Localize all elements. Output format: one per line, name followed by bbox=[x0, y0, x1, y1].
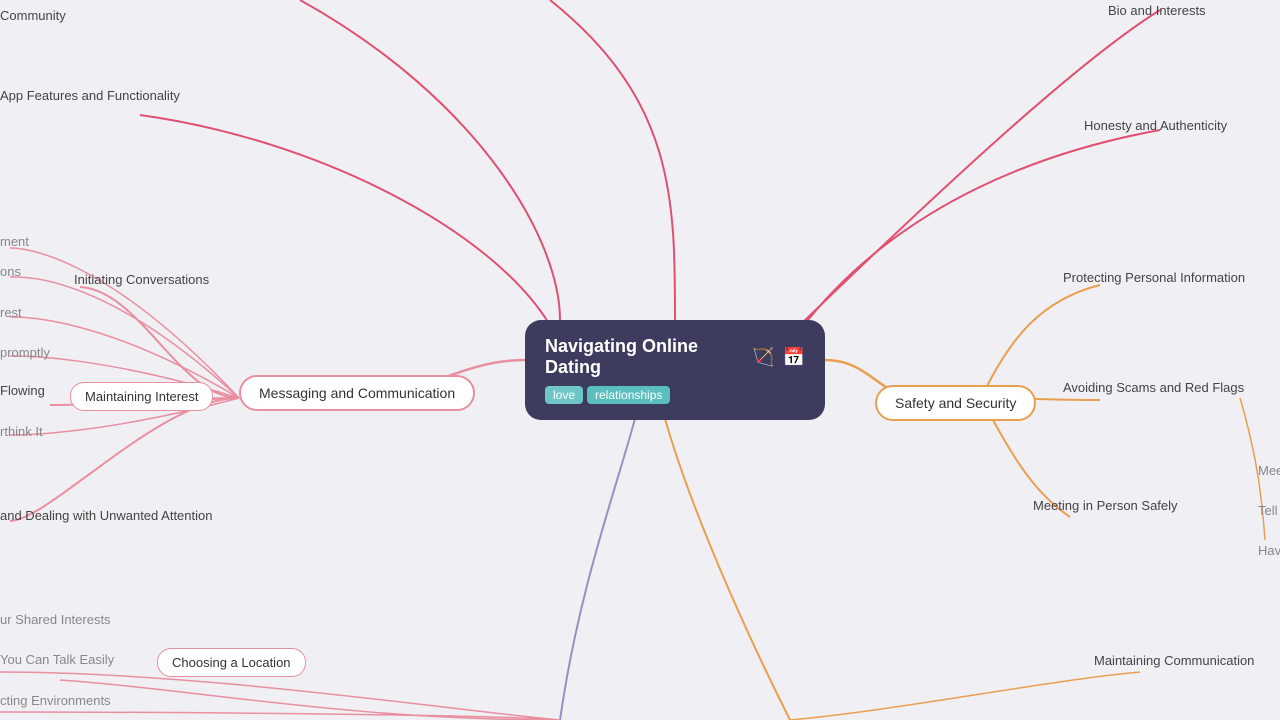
mee-label: Mee bbox=[1258, 463, 1280, 478]
community-label: Community bbox=[0, 8, 66, 23]
unwanted-attention-node[interactable]: and Dealing with Unwanted Attention bbox=[0, 508, 212, 523]
center-title-text: Navigating Online Dating bbox=[545, 336, 744, 378]
app-features-label: App Features and Functionality bbox=[0, 88, 180, 103]
honesty-label: Honesty and Authenticity bbox=[1084, 118, 1227, 133]
maintaining-comm-label: Maintaining Communication bbox=[1094, 653, 1254, 668]
meeting-safely-label: Meeting in Person Safely bbox=[1033, 498, 1178, 513]
initiating-label: Initiating Conversations bbox=[74, 272, 209, 287]
meeting-safely-node[interactable]: Meeting in Person Safely bbox=[1033, 498, 1178, 513]
shared-interests-label: ur Shared Interests bbox=[0, 612, 111, 627]
mind-map: Navigating Online Dating 🏹 📅 love relati… bbox=[0, 0, 1280, 720]
protecting-node[interactable]: Protecting Personal Information bbox=[1063, 270, 1245, 285]
choosing-location-node[interactable]: Choosing a Location bbox=[157, 648, 306, 677]
protecting-label: Protecting Personal Information bbox=[1063, 270, 1245, 285]
bio-interests-label: Bio and Interests bbox=[1108, 3, 1206, 18]
choosing-location-label: Choosing a Location bbox=[172, 655, 291, 670]
rest-node: rest bbox=[0, 305, 22, 320]
ons-label: ons bbox=[0, 264, 21, 279]
ons-node: ons bbox=[0, 264, 21, 279]
ment-node: ment bbox=[0, 234, 29, 249]
safety-label: Safety and Security bbox=[895, 395, 1016, 411]
safety-branch-node[interactable]: Safety and Security bbox=[875, 385, 1036, 421]
promptly-node: promptly bbox=[0, 345, 50, 360]
tag-row: love relationships bbox=[545, 386, 805, 404]
maintaining-interest-label: Maintaining Interest bbox=[85, 389, 198, 404]
center-node[interactable]: Navigating Online Dating 🏹 📅 love relati… bbox=[525, 320, 825, 420]
mee-node: Mee bbox=[1258, 463, 1280, 478]
rest-label: rest bbox=[0, 305, 22, 320]
avoiding-scams-node[interactable]: Avoiding Scams and Red Flags bbox=[1063, 380, 1244, 395]
initiating-node[interactable]: Initiating Conversations bbox=[74, 272, 209, 287]
maintaining-interest-node[interactable]: Maintaining Interest bbox=[70, 382, 213, 411]
talk-easily-node: You Can Talk Easily bbox=[0, 652, 114, 667]
community-node[interactable]: Community bbox=[0, 8, 66, 23]
meeting-environments-node: cting Environments bbox=[0, 693, 111, 708]
meeting-environments-label: cting Environments bbox=[0, 693, 111, 708]
maintaining-comm-node[interactable]: Maintaining Communication bbox=[1094, 653, 1254, 668]
avoiding-scams-label: Avoiding Scams and Red Flags bbox=[1063, 380, 1244, 395]
talk-easily-label: You Can Talk Easily bbox=[0, 652, 114, 667]
tag-love[interactable]: love bbox=[545, 386, 583, 404]
hav-node: Hav bbox=[1258, 543, 1280, 558]
tell-node: Tell bbox=[1258, 503, 1278, 518]
tell-label: Tell bbox=[1258, 503, 1278, 518]
honesty-node[interactable]: Honesty and Authenticity bbox=[1084, 118, 1227, 133]
flowing-node[interactable]: Flowing bbox=[0, 383, 45, 398]
app-features-node[interactable]: App Features and Functionality bbox=[0, 88, 180, 103]
bio-interests-node[interactable]: Bio and Interests bbox=[1108, 3, 1206, 18]
unwanted-attention-label: and Dealing with Unwanted Attention bbox=[0, 508, 212, 523]
messaging-branch-node[interactable]: Messaging and Communication bbox=[239, 375, 475, 411]
rthink-node: rthink It bbox=[0, 424, 43, 439]
tag-relationships[interactable]: relationships bbox=[587, 386, 670, 404]
messaging-label: Messaging and Communication bbox=[259, 385, 455, 401]
hav-label: Hav bbox=[1258, 543, 1280, 558]
flowing-label: Flowing bbox=[0, 383, 45, 398]
center-node-title: Navigating Online Dating 🏹 📅 bbox=[545, 336, 805, 378]
ment-label: ment bbox=[0, 234, 29, 249]
arrow-icon: 🏹 bbox=[752, 347, 774, 368]
rthink-label: rthink It bbox=[0, 424, 43, 439]
shared-interests-node: ur Shared Interests bbox=[0, 612, 111, 627]
calendar-icon: 📅 bbox=[783, 347, 805, 368]
promptly-label: promptly bbox=[0, 345, 50, 360]
